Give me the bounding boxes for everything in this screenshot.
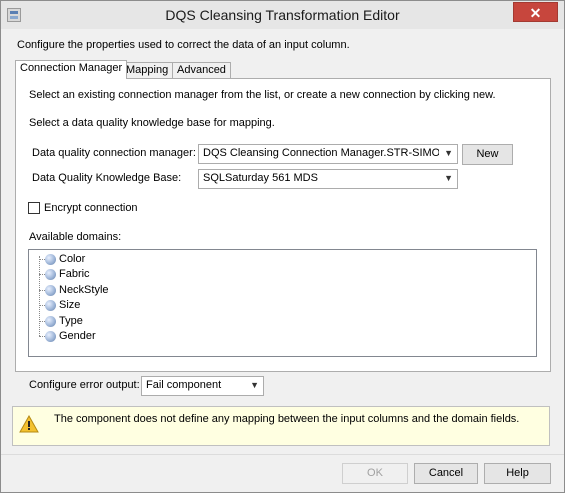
domain-label: Gender (59, 330, 96, 342)
tree-connector (39, 256, 40, 336)
domain-node-icon (45, 316, 56, 327)
message-area: The component does not define any mappin… (12, 406, 550, 446)
knowledge-base-select[interactable]: SQLSaturday 561 MDS ▼ (198, 169, 458, 189)
title-bar[interactable]: DQS Cleansing Transformation Editor ✕ (1, 1, 564, 29)
connection-manager-label: Data quality connection manager: (32, 147, 196, 159)
connection-manager-value: DQS Cleansing Connection Manager.STR-SIM… (203, 147, 439, 159)
new-button[interactable]: New (462, 144, 513, 165)
domain-node-icon (45, 254, 56, 265)
dialog-window: DQS Cleansing Transformation Editor ✕ Co… (0, 0, 565, 493)
warning-icon (19, 415, 39, 433)
domain-label: Size (59, 299, 81, 311)
domain-label: Color (59, 253, 86, 265)
tab-advanced[interactable]: Advanced (172, 62, 231, 79)
domain-node-icon (45, 300, 56, 311)
tab-mapping[interactable]: Mapping (121, 62, 174, 79)
ok-button[interactable]: OK (342, 463, 408, 484)
intro-text-2: Select a data quality knowledge base for… (29, 117, 275, 129)
error-output-select[interactable]: Fail component ▼ (141, 376, 264, 396)
domain-node-icon (45, 285, 56, 296)
domain-label: Fabric (59, 268, 90, 280)
domain-node-icon (45, 331, 56, 342)
available-domains-label: Available domains: (29, 231, 122, 243)
intro-text-1: Select an existing connection manager fr… (29, 89, 496, 101)
knowledge-base-label: Data Quality Knowledge Base: (32, 172, 182, 184)
chevron-down-icon: ▼ (250, 380, 259, 390)
chevron-down-icon: ▼ (444, 173, 453, 183)
domains-tree[interactable]: Color Fabric NeckStyle Size Type Gender (28, 249, 537, 357)
help-button[interactable]: Help (484, 463, 551, 484)
encrypt-connection-checkbox[interactable] (28, 202, 40, 214)
error-output-label: Configure error output: (29, 379, 140, 391)
footer-divider (1, 454, 564, 455)
domain-label: Type (59, 315, 83, 327)
domain-node-icon (45, 269, 56, 280)
window-title: DQS Cleansing Transformation Editor (165, 7, 400, 23)
connection-manager-panel: Select an existing connection manager fr… (15, 78, 551, 372)
tab-connection-manager[interactable]: Connection Manager (15, 60, 128, 79)
error-output-value: Fail component (146, 379, 222, 391)
cancel-button[interactable]: Cancel (414, 463, 478, 484)
dialog-description: Configure the properties used to correct… (17, 39, 350, 51)
domain-label: NeckStyle (59, 284, 109, 296)
knowledge-base-value: SQLSaturday 561 MDS (203, 172, 318, 184)
encrypt-connection-label[interactable]: Encrypt connection (44, 202, 138, 214)
message-text: The component does not define any mappin… (54, 413, 520, 425)
connection-manager-select[interactable]: DQS Cleansing Connection Manager.STR-SIM… (198, 144, 458, 164)
close-button[interactable]: ✕ (513, 2, 558, 22)
chevron-down-icon: ▼ (444, 148, 453, 158)
